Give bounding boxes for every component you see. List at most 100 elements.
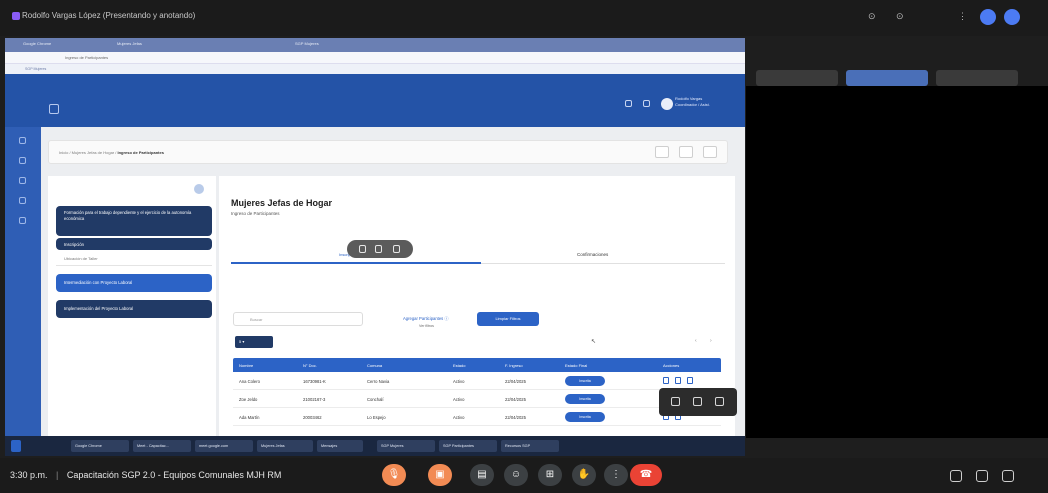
col-header[interactable]: Estado Final [565,363,587,368]
page-size-select[interactable]: 5 ▾ [235,336,273,348]
status-badge[interactable]: Inscrita [565,376,605,386]
view-icon[interactable] [675,377,681,384]
status-badge[interactable]: Inscrita [565,412,605,422]
col-header[interactable]: N° Doc. [303,363,317,368]
table-row[interactable]: Ada Martín 20003462 Lo Espejo Activo 22/… [233,408,721,426]
info-icon[interactable] [950,470,962,482]
top-control-2[interactable]: ⊙ [896,11,904,21]
sidebar-home-icon[interactable] [19,137,26,144]
phone-icon: ☎ [639,469,653,480]
taskbar-app[interactable]: Meet - Capacitac... [133,440,191,452]
browser-tab[interactable]: Google Chrome [23,41,113,50]
expand-icon[interactable] [679,146,693,158]
taskbar-app[interactable]: Mujeres Jefas [257,440,313,452]
address-bar[interactable]: Ingreso de Participantes [5,52,745,64]
clear-filters-button[interactable]: Limpiar Filtros [477,312,539,326]
table-row[interactable]: Zoe Jeldo 21002167-3 Conchalí Activo 22/… [233,390,721,408]
more-icon[interactable] [393,245,400,253]
present-icon: ⊞ [545,469,555,480]
activities-icon[interactable] [1002,470,1014,482]
captions-icon: ▤ [477,469,487,480]
breadcrumb-prefix[interactable]: Inicio / Mujeres Jefas de Hogar / [59,150,116,155]
captions-button[interactable]: ▤ [470,464,494,486]
delete-icon[interactable] [687,377,693,384]
meet-window: Rodolfo Vargas López (Presentando y anot… [0,0,1048,493]
taskbar-app[interactable]: SGP Participantes [439,440,497,452]
menu-item-intermediacion[interactable]: Intermediación con Proyecto Laboral [56,274,212,292]
participant-thumbnail[interactable] [756,70,838,86]
zoom-in-icon[interactable] [671,397,680,406]
search-input[interactable]: Buscar [233,312,363,326]
fullscreen-icon[interactable] [715,397,724,406]
menu-item-formacion[interactable]: Formación para el trabajo dependiente y … [56,206,212,236]
account-icon[interactable] [1004,9,1020,25]
col-header[interactable]: F. Ingreso [505,363,523,368]
breadcrumb-current: Ingreso de Participantes [117,150,164,155]
cell-estado: Activo [453,379,465,384]
taskbar-app[interactable]: meet.google.com [195,440,253,452]
separator: | [56,470,59,480]
col-header[interactable]: Nombre [239,363,253,368]
top-control-1[interactable]: ⊙ [868,11,876,21]
add-participants-button[interactable]: Agregar Participantes ⓘ [403,316,449,322]
mouse-cursor-icon: ↖ [591,339,597,345]
zoom-out-icon[interactable] [693,397,702,406]
user-avatar[interactable] [661,98,673,110]
bookmark-item[interactable]: SGP Mujeres [25,67,46,71]
taskbar-app[interactable]: Mensajes [317,440,363,452]
eraser-icon[interactable] [375,245,382,253]
chat-icon[interactable] [976,470,988,482]
present-button[interactable]: ⊞ [538,464,562,486]
cell-doc: 21002167-3 [303,397,326,402]
emoji-icon: ☺ [510,469,522,480]
taskbar-app[interactable]: Google Chrome [71,440,129,452]
hamburger-menu-icon[interactable] [49,104,59,114]
participant-thumbnail[interactable] [846,70,928,86]
col-header[interactable]: Estado [453,363,465,368]
browser-tab[interactable]: Mujeres Jefas [117,41,207,50]
layout-toggle-icon[interactable] [980,9,996,25]
browser-tab[interactable]: SGP Mujeres [295,41,385,50]
menu-item-inscripcion[interactable]: Inscripción [56,238,212,250]
leave-call-button[interactable]: ☎ [630,464,662,486]
participants-table: Nombre N° Doc. Comuna Estado F. Ingreso … [233,358,721,426]
table-row[interactable]: Ana Colero 16730981-K Cerro Navia Activo… [233,372,721,390]
annotation-toolbar[interactable] [347,240,413,258]
pen-icon[interactable] [359,245,366,253]
edit-icon[interactable] [663,377,669,384]
raise-hand-button[interactable]: ✋ [572,464,596,486]
collapse-icon[interactable] [703,146,717,158]
participant-thumbnail[interactable] [936,70,1018,86]
status-badge[interactable]: Inscrita [565,394,605,404]
pager-arrows[interactable]: ‹ › [695,338,718,344]
camera-button[interactable]: ▣ [428,464,452,486]
col-header[interactable]: Comuna [367,363,382,368]
sidebar-docs-icon[interactable] [19,197,26,204]
sidebar-edit-icon[interactable] [19,157,26,164]
cell-comuna: Conchalí [367,397,384,402]
view-filters-link[interactable]: Ver filtros [419,324,434,328]
taskbar-app[interactable]: Recursos SGP [501,440,559,452]
main-panel: Mujeres Jefas de Hogar Ingreso de Partic… [219,176,735,456]
theme-icon[interactable] [655,146,669,158]
more-options-button[interactable]: ⋮ [604,464,628,486]
camera-icon: ▣ [435,469,445,480]
sidebar-users-icon[interactable] [19,177,26,184]
col-header[interactable]: Acciones [663,363,679,368]
info-icon[interactable] [194,184,204,194]
participant-video-tile [746,86,1048,438]
start-icon[interactable] [11,440,21,452]
app-sidebar [5,127,41,456]
emoji-button[interactable]: ☺ [504,464,528,486]
top-control-3[interactable]: ⋮ [958,11,967,21]
bell-icon[interactable] [643,100,650,107]
taskbar-app[interactable]: SGP Mujeres [377,440,435,452]
menu-item-implementacion[interactable]: Implementación del Proyecto Laboral [56,300,212,318]
sidebar-settings-icon[interactable] [19,217,26,224]
mic-button[interactable]: 🎙 [382,464,406,486]
menu-subitem-ubicacion[interactable]: Ubicación de Taller [56,252,212,266]
grid-icon[interactable] [625,100,632,107]
cell-name: Ana Colero [239,379,260,384]
tab-confirmaciones[interactable]: Confirmaciones [577,252,608,257]
raise-hand-icon: ✋ [577,469,591,480]
